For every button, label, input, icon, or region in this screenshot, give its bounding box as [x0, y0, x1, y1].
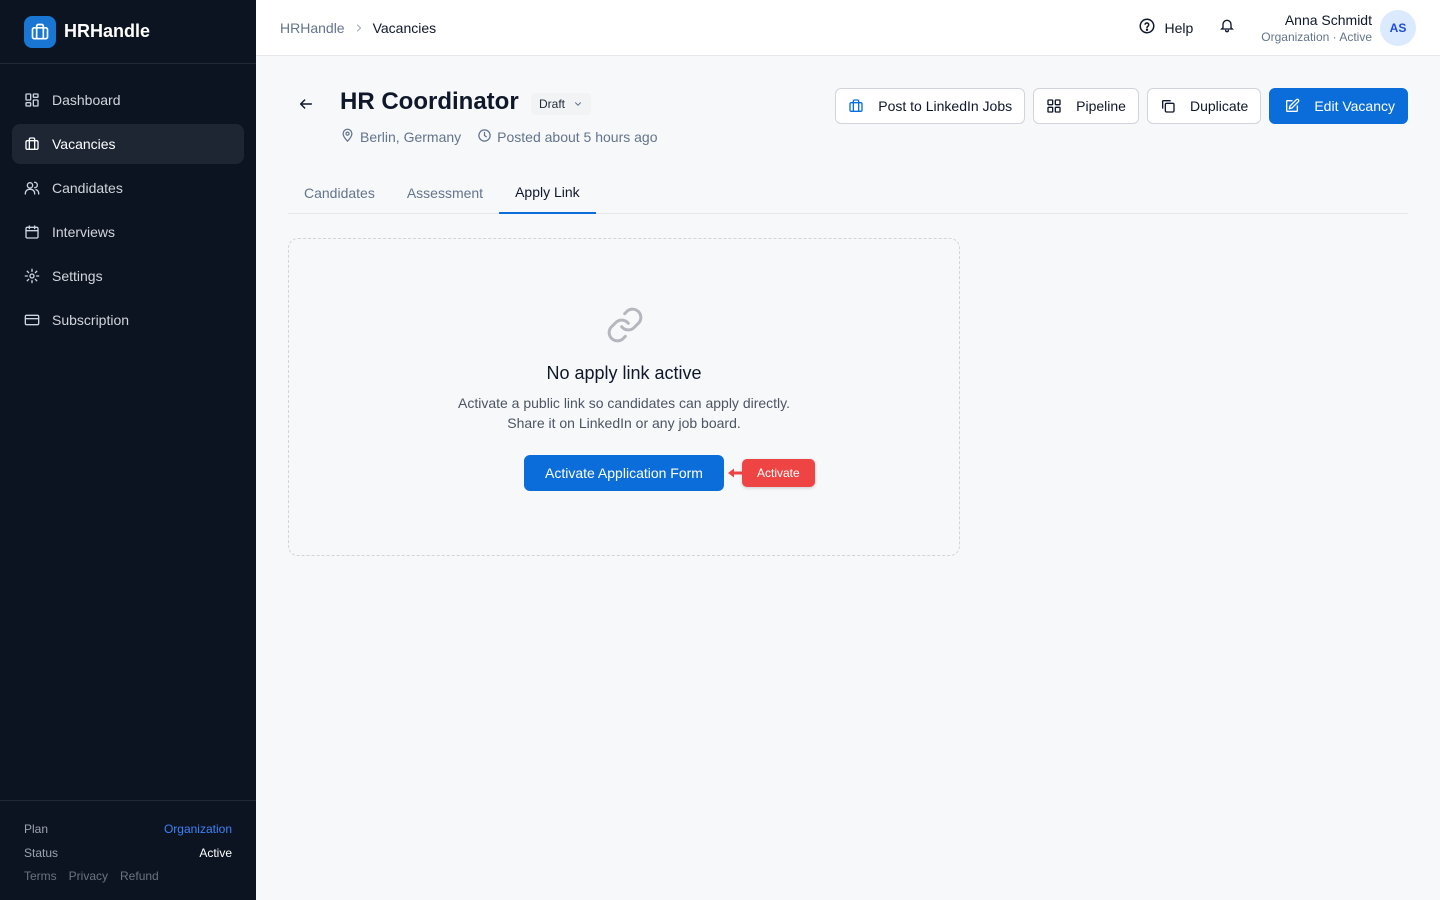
topbar-right: Help Anna Schmidt Organization · Active …	[1138, 9, 1416, 46]
topbar: HRHandle Vacancies Help Anna Schmidt Org…	[256, 0, 1440, 56]
link-icon	[605, 305, 645, 345]
location-text: Berlin, Germany	[360, 129, 462, 145]
duplicate-button[interactable]: Duplicate	[1146, 88, 1262, 124]
status-label: Status	[24, 846, 59, 860]
posted: Posted about 5 hours ago	[477, 128, 658, 146]
clock-icon	[477, 128, 492, 146]
sidebar-item-subscription[interactable]: Subscription	[12, 300, 244, 340]
edit-vacancy-button[interactable]: Edit Vacancy	[1269, 88, 1408, 124]
sidebar-item-label: Vacancies	[52, 136, 116, 152]
plan-label: Plan	[24, 822, 49, 836]
users-icon	[24, 180, 40, 196]
posted-text: Posted about 5 hours ago	[497, 129, 658, 145]
plan-value[interactable]: Organization	[164, 822, 232, 836]
sidebar-item-settings[interactable]: Settings	[12, 256, 244, 296]
page-title: HR Coordinator	[340, 88, 519, 115]
terms-link[interactable]: Terms	[24, 869, 57, 883]
map-pin-icon	[340, 128, 355, 146]
sidebar-item-interviews[interactable]: Interviews	[12, 212, 244, 252]
notifications-button[interactable]	[1217, 18, 1237, 38]
sidebar-item-label: Candidates	[52, 180, 123, 196]
tab-candidates[interactable]: Candidates	[288, 172, 391, 214]
pipeline-button[interactable]: Pipeline	[1033, 88, 1139, 124]
arrow-left-icon	[726, 465, 742, 481]
tab-assessment[interactable]: Assessment	[391, 172, 499, 214]
brand-name: HRHandle	[64, 21, 151, 41]
briefcase-icon	[24, 136, 40, 152]
gear-icon	[24, 268, 40, 284]
breadcrumb-root[interactable]: HRHandle	[280, 20, 345, 36]
vacancy-meta: Berlin, Germany Posted about 5 hours ago	[340, 128, 674, 146]
bell-icon	[1219, 17, 1235, 38]
apply-link-empty-state: No apply link active Activate a public l…	[288, 238, 960, 556]
footer-links: Terms Privacy Refund	[24, 869, 232, 883]
status-row: Status Active	[24, 841, 232, 865]
description-line-1: Activate a public link so candidates can…	[457, 395, 791, 411]
sidebar-nav: Dashboard Vacancies Candidates Interview…	[0, 64, 256, 340]
copy-icon	[1160, 98, 1176, 114]
sidebar-item-vacancies[interactable]: Vacancies	[12, 124, 244, 164]
briefcase-icon	[24, 15, 56, 48]
vacancy-tabs: Candidates Assessment Apply Link	[288, 172, 1408, 214]
header-actions: Post to LinkedIn Jobs Pipeline Duplicate…	[835, 88, 1408, 124]
sidebar-item-label: Subscription	[52, 312, 130, 328]
avatar[interactable]: AS	[1380, 9, 1416, 46]
vacancy-header: HR Coordinator Draft Berlin, Germany Pos…	[288, 86, 1408, 156]
breadcrumb: HRHandle Vacancies	[280, 20, 436, 36]
credit-card-icon	[24, 312, 40, 328]
help-label: Help	[1164, 19, 1194, 36]
empty-state-description: Activate a public link so candidates can…	[289, 393, 959, 433]
sidebar-item-candidates[interactable]: Candidates	[12, 168, 244, 208]
sidebar-item-label: Interviews	[52, 224, 116, 240]
empty-state-title: No apply link active	[546, 363, 702, 383]
status-value: Active	[199, 846, 232, 860]
arrow-left-icon	[298, 96, 314, 117]
refund-link[interactable]: Refund	[120, 869, 159, 883]
pipeline-label: Pipeline	[1076, 98, 1126, 114]
privacy-link[interactable]: Privacy	[69, 869, 108, 883]
help-button[interactable]: Help	[1138, 17, 1193, 38]
activate-badge: Activate	[742, 459, 815, 487]
edit-icon	[1284, 98, 1300, 114]
chevron-down-icon	[573, 99, 583, 109]
activate-pointer: Activate	[726, 459, 815, 487]
plan-row: Plan Organization	[24, 817, 232, 841]
user-name: Anna Schmidt	[1284, 11, 1372, 28]
sidebar-item-label: Dashboard	[52, 92, 121, 108]
status-label: Draft	[539, 97, 566, 111]
calendar-icon	[24, 224, 40, 240]
sidebar: HRHandle Dashboard Vacancies Candidates …	[0, 0, 256, 900]
breadcrumb-current: Vacancies	[372, 19, 437, 36]
user-subtitle: Organization · Active	[1261, 29, 1372, 44]
help-icon	[1138, 17, 1156, 38]
post-linkedin-button[interactable]: Post to LinkedIn Jobs	[835, 88, 1026, 124]
sidebar-footer: Plan Organization Status Active Terms Pr…	[0, 800, 256, 900]
brand[interactable]: HRHandle	[0, 0, 256, 64]
sidebar-item-dashboard[interactable]: Dashboard	[12, 80, 244, 120]
chevron-right-icon	[353, 22, 365, 34]
back-button[interactable]	[296, 96, 316, 116]
location: Berlin, Germany	[340, 128, 461, 146]
user-text: Anna Schmidt Organization · Active	[1261, 12, 1372, 44]
user-menu[interactable]: Anna Schmidt Organization · Active AS	[1261, 9, 1416, 46]
dashboard-icon	[24, 92, 40, 108]
sidebar-item-label: Settings	[52, 268, 103, 284]
duplicate-label: Duplicate	[1189, 98, 1249, 114]
tab-apply-link[interactable]: Apply Link	[499, 172, 596, 214]
edit-vacancy-label: Edit Vacancy	[1314, 98, 1395, 114]
activate-application-form-button[interactable]: Activate Application Form	[524, 455, 724, 491]
post-linkedin-label: Post to LinkedIn Jobs	[878, 98, 1013, 114]
grid-icon	[1046, 98, 1062, 114]
briefcase-icon	[848, 98, 864, 114]
description-line-2: Share it on LinkedIn or any job board.	[507, 415, 741, 431]
status-dropdown[interactable]: Draft	[531, 93, 592, 115]
